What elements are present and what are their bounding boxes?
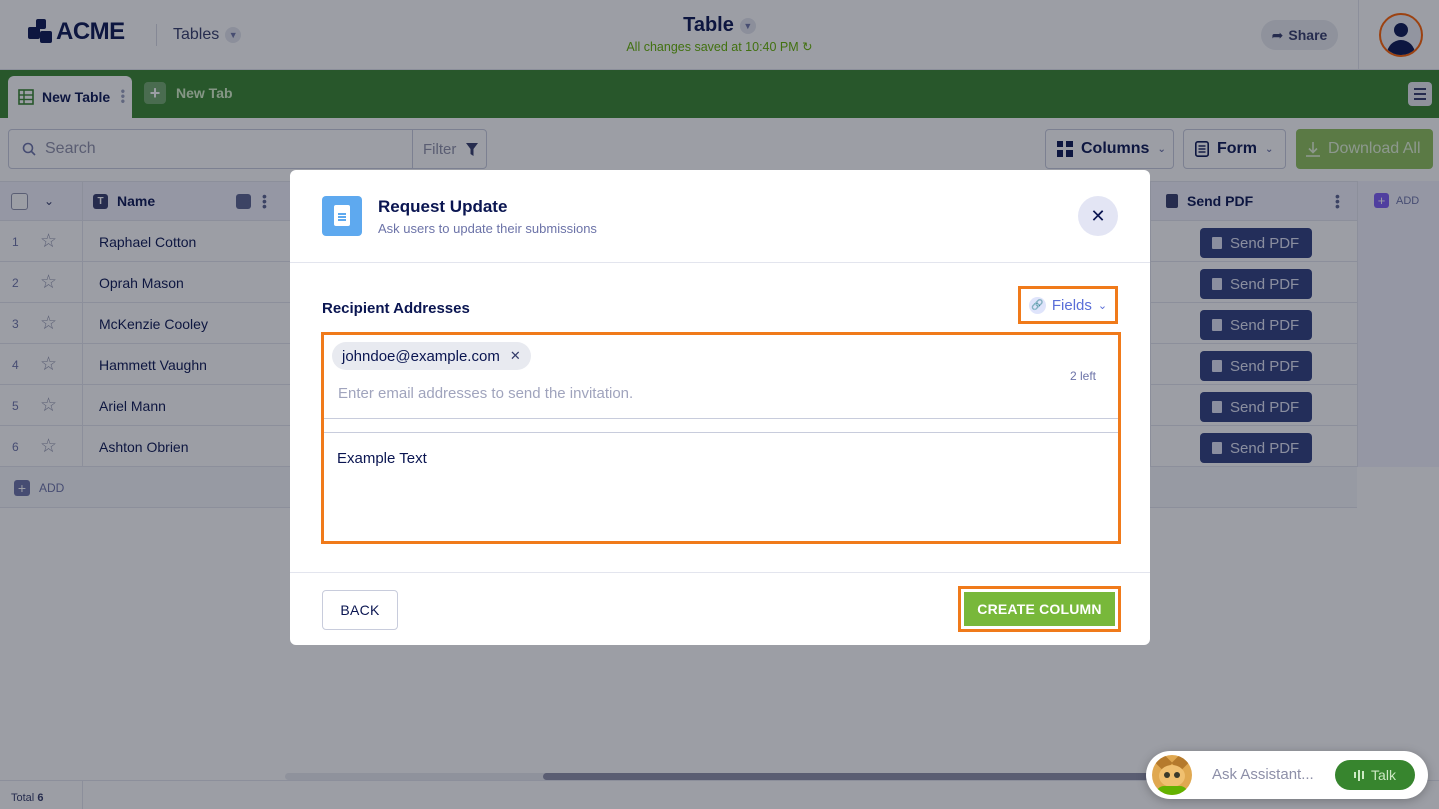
recipient-label: Recipient Addresses [322, 300, 470, 317]
assistant-avatar-icon [1152, 755, 1192, 795]
remaining-count: 2 left [1070, 369, 1097, 383]
message-textarea[interactable]: Example Text [337, 450, 427, 467]
email-input[interactable] [338, 385, 1018, 402]
create-column-highlight: CREATE COLUMN [958, 586, 1121, 632]
modal-footer: BACK CREATE COLUMN [290, 572, 1150, 645]
modal-title: Request Update [378, 197, 508, 216]
document-icon [322, 196, 362, 236]
remove-chip-icon[interactable]: ✕ [510, 348, 521, 364]
chip-email: johndoe@example.com [342, 347, 500, 365]
create-column-button[interactable]: CREATE COLUMN [964, 592, 1115, 626]
modal-subtitle: Ask users to update their submissions [378, 221, 597, 236]
talk-label: Talk [1371, 767, 1396, 783]
close-button[interactable]: ✕ [1078, 196, 1118, 236]
email-chip[interactable]: johndoe@example.com ✕ [332, 342, 531, 370]
fields-dropdown[interactable]: 🔗 Fields ⌄ [1018, 286, 1118, 324]
assistant-input-placeholder[interactable]: Ask Assistant... [1212, 766, 1314, 783]
request-update-modal: Request Update Ask users to update their… [290, 170, 1150, 645]
chevron-down-icon: ⌄ [1097, 299, 1108, 312]
talk-button[interactable]: Talk [1335, 760, 1415, 790]
close-icon: ✕ [1090, 205, 1106, 226]
assistant-widget[interactable]: Ask Assistant... Talk [1146, 751, 1428, 799]
fields-label: Fields [1051, 296, 1092, 314]
compose-area: johndoe@example.com ✕ 2 left Example Tex… [321, 332, 1121, 544]
audio-bars-icon [1354, 769, 1365, 781]
recipient-field[interactable]: johndoe@example.com ✕ 2 left [324, 335, 1118, 419]
modal-header: Request Update Ask users to update their… [290, 170, 1150, 263]
back-button[interactable]: BACK [322, 590, 398, 630]
link-icon: 🔗 [1028, 296, 1046, 314]
